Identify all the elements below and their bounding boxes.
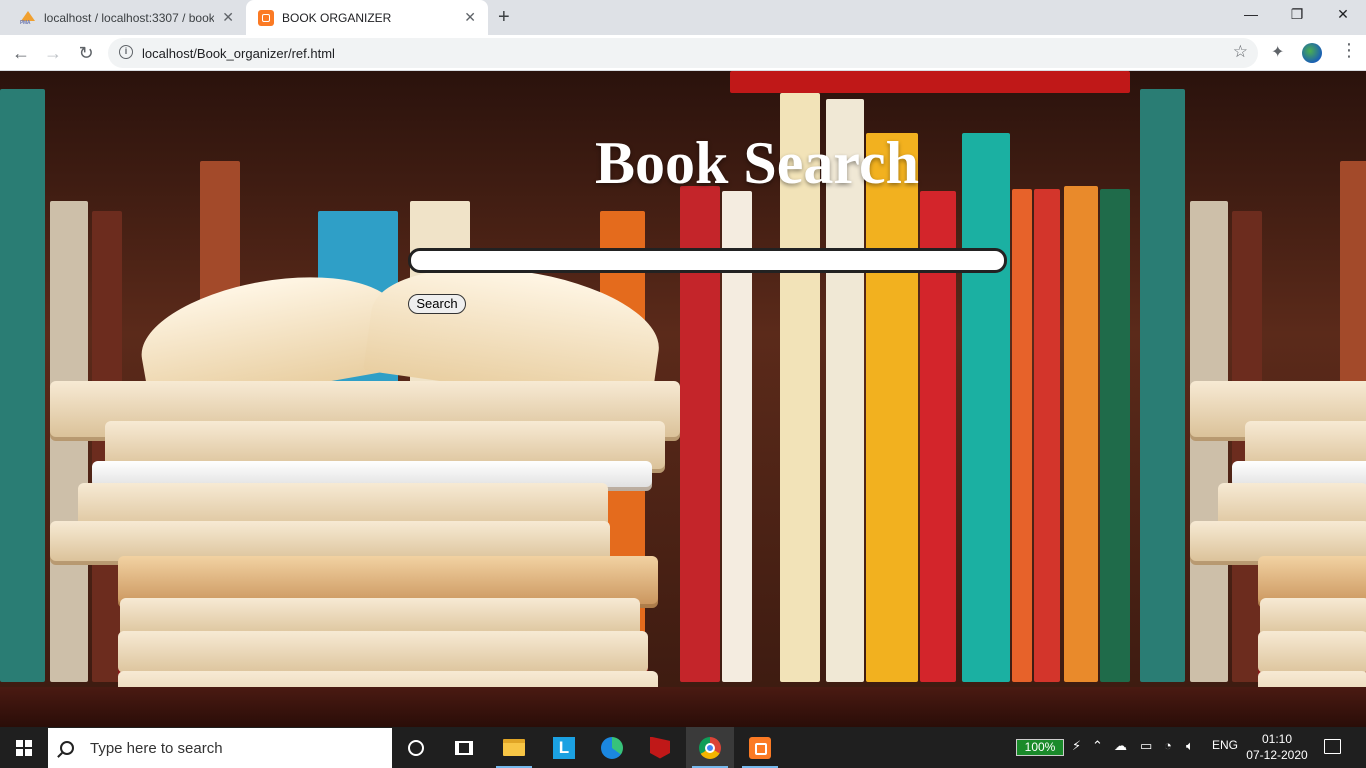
taskbar: Type here to search L 100% ⚡ ⌃ ☁ ▭ ◔ 🔈︎ … [0,727,1366,768]
profile-avatar[interactable] [1302,43,1322,63]
edge-button[interactable] [588,727,636,768]
reload-button[interactable]: ↻ [74,41,98,65]
cortana-button[interactable] [392,727,440,768]
tab-phpmyadmin[interactable]: localhost / localhost:3307 / book_ ✕ [8,0,246,35]
window-close-button[interactable]: ✕ [1320,0,1366,30]
info-icon[interactable]: i [119,45,133,59]
task-view-button[interactable] [440,727,488,768]
xampp-icon [258,9,274,26]
tab-book-organizer[interactable]: BOOK ORGANIZER ✕ [246,0,488,35]
forward-button[interactable]: → [41,41,65,65]
restore-button[interactable]: ❐ [1274,0,1320,30]
start-button[interactable] [0,727,48,768]
tab-close-icon[interactable]: ✕ [464,9,476,25]
folder-icon [503,739,525,756]
mcafee-icon [650,736,670,759]
xampp-taskbar-icon [749,736,771,759]
language-indicator[interactable]: ENG [1212,738,1238,752]
page-viewport: Book Search Search [0,71,1366,727]
edge-icon [601,736,623,759]
tab-strip: localhost / localhost:3307 / book_ ✕ BOO… [0,0,1366,35]
page-title: Book Search [595,130,919,196]
power-plug-icon[interactable]: ⚡ [1072,738,1081,754]
notification-icon[interactable] [1324,739,1341,754]
chrome-icon [699,736,721,759]
menu-icon[interactable]: ⋮ [1340,40,1358,61]
clock[interactable]: 01:10 07-12-2020 [1246,731,1308,763]
date: 07-12-2020 [1246,748,1308,762]
tab-title: BOOK ORGANIZER [282,10,392,25]
url-text[interactable]: localhost/Book_organizer/ref.html [142,46,335,61]
phpmyadmin-icon [20,10,36,26]
new-tab-button[interactable]: + [498,5,510,29]
file-explorer-button[interactable] [490,727,538,768]
lenovo-app-button[interactable]: L [540,727,588,768]
lenovo-icon: L [553,736,575,759]
tab-title: localhost / localhost:3307 / book_ [44,10,214,25]
task-view-icon [455,740,473,755]
time: 01:10 [1261,732,1293,746]
battery-icon[interactable]: ▭ [1140,738,1152,754]
chrome-button[interactable] [686,727,734,768]
tab-close-icon[interactable]: ✕ [222,9,234,25]
address-bar[interactable]: i localhost/Book_organizer/ref.html ☆ [108,38,1258,68]
back-button[interactable]: ← [9,41,33,65]
browser-toolbar: ← → ↻ i localhost/Book_organizer/ref.htm… [0,35,1366,71]
cortana-icon [408,739,424,756]
search-button[interactable]: Search [408,294,466,314]
minimize-button[interactable]: — [1228,0,1274,30]
wifi-icon[interactable]: ◔ [1164,738,1172,753]
xampp-button[interactable] [736,727,784,768]
chevron-up-icon[interactable]: ⌃ [1092,738,1103,754]
volume-icon[interactable]: 🔈︎ [1186,738,1194,754]
battery-indicator[interactable]: 100% [1016,739,1064,756]
taskbar-search-box[interactable]: Type here to search [48,728,392,768]
search-icon [60,741,74,755]
windows-logo-icon [16,740,32,756]
extensions-icon[interactable]: ✦ [1271,42,1284,62]
cloud-icon[interactable]: ☁ [1114,738,1127,754]
bookmark-star-icon[interactable]: ☆ [1233,42,1248,62]
taskbar-search-placeholder: Type here to search [90,739,223,757]
mcafee-button[interactable] [636,727,684,768]
search-input[interactable] [408,248,1007,273]
